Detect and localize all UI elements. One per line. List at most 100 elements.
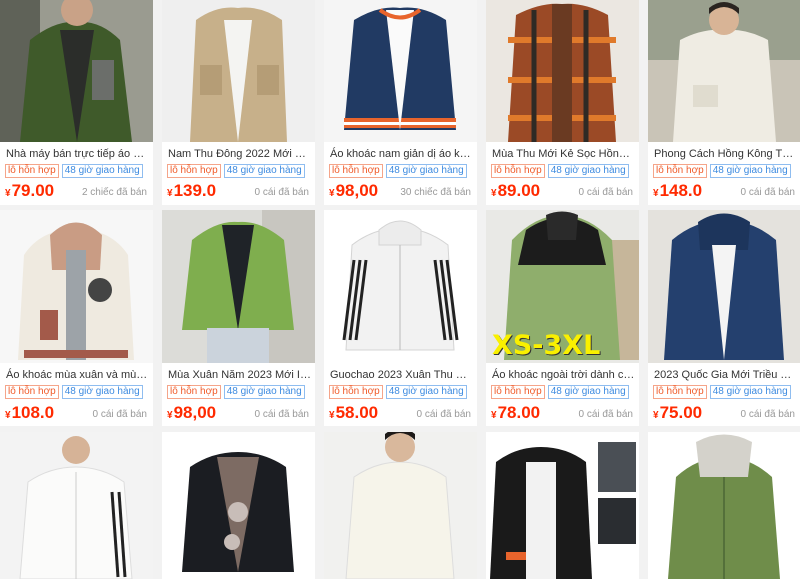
shipping-badge: 48 giờ giao hàng [547,164,629,178]
product-title[interactable]: 2023 Quốc Gia Mới Triều Thể Thao [654,368,797,382]
mixed-batch-badge: lô hỗn hợp [491,385,545,399]
sold-count: 0 cái đã bán [578,409,634,420]
product-tags: lô hỗn hợp 48 giờ giao hàng [653,385,791,399]
product-tags: lô hỗn hợp 48 giờ giao hàng [653,164,791,178]
sold-count: 0 cái đã bán [416,409,472,420]
product-image[interactable] [486,432,639,579]
product-price: ¥58.00 [329,403,379,422]
product-title[interactable]: Mùa Xuân Năm 2023 Mới Ins Hồng Kông [168,368,311,382]
jacket-photo-icon [162,0,315,142]
product-title[interactable]: Guochao 2023 Xuân Thu Áo Khoác Nam [330,368,473,382]
mixed-batch-badge: lô hỗn hợp [491,164,545,178]
product-card[interactable] [648,432,800,579]
product-card[interactable] [0,432,153,579]
product-image[interactable] [162,432,315,579]
jacket-photo-icon [162,432,315,579]
jacket-photo-icon [648,0,800,142]
product-image[interactable] [0,432,153,579]
shipping-badge: 48 giờ giao hàng [223,385,305,399]
product-image[interactable] [0,0,153,142]
shipping-badge: 48 giờ giao hàng [709,385,791,399]
mixed-batch-badge: lô hỗn hợp [167,385,221,399]
product-image[interactable] [162,0,315,142]
product-card[interactable]: Nam Thu Đông 2022 Mới Áo Khoác Nam lô hỗ… [162,0,315,205]
product-card[interactable] [486,432,639,579]
shipping-badge: 48 giờ giao hàng [709,164,791,178]
product-grid: Nhà máy bán trực tiếp áo khoác nam mùa t… [0,0,800,579]
product-image[interactable] [324,432,477,579]
product-tags: lô hỗn hợp 48 giờ giao hàng [329,164,467,178]
product-tags: lô hỗn hợp 48 giờ giao hàng [491,385,629,399]
shipping-badge: 48 giờ giao hàng [385,164,467,178]
shipping-badge: 48 giờ giao hàng [61,164,143,178]
product-card[interactable]: Áo khoác nam giản dị áo khoác bóng chày … [324,0,477,205]
product-card[interactable]: Guochao 2023 Xuân Thu Áo Khoác Nam lô hỗ… [324,210,477,426]
mixed-batch-badge: lô hỗn hợp [167,164,221,178]
product-card[interactable]: Mùa Thu Mới Kẻ Sọc Hồng Kông Áo Khoác lô… [486,0,639,205]
product-price: ¥78.00 [491,403,541,422]
product-tags: lô hỗn hợp 48 giờ giao hàng [5,164,143,178]
product-price: ¥148.0 [653,181,703,200]
mixed-batch-badge: lô hỗn hợp [5,385,59,399]
jacket-photo-icon [648,210,800,363]
product-image[interactable] [162,210,315,363]
jacket-photo-icon [486,432,639,579]
shipping-badge: 48 giờ giao hàng [223,164,305,178]
sold-count: 2 chiếc đã bán [81,187,147,198]
product-tags: lô hỗn hợp 48 giờ giao hàng [5,385,143,399]
product-title[interactable]: Mùa Thu Mới Kẻ Sọc Hồng Kông Áo Khoác [492,147,635,161]
shipping-badge: 48 giờ giao hàng [547,385,629,399]
product-title[interactable]: Phong Cách Hồng Kông Thu Đông Áo Khoác [654,147,797,161]
product-card[interactable]: XS-3XL Áo khoác ngoài trời dành cho nam … [486,210,639,426]
jacket-photo-icon [324,432,477,579]
sold-count: 0 cái đã bán [740,409,796,420]
product-title[interactable]: Áo khoác mùa xuân và mùa thu nam mới [6,368,149,382]
product-tags: lô hỗn hợp 48 giờ giao hàng [491,164,629,178]
sold-count: 0 cái đã bán [740,187,796,198]
jacket-photo-icon [486,0,639,142]
product-card[interactable]: Phong Cách Hồng Kông Thu Đông Áo Khoác l… [648,0,800,205]
mixed-batch-badge: lô hỗn hợp [5,164,59,178]
jacket-photo-icon [324,0,477,142]
mixed-batch-badge: lô hỗn hợp [653,385,707,399]
mixed-batch-badge: lô hỗn hợp [653,164,707,178]
product-card[interactable]: 2023 Quốc Gia Mới Triều Thể Thao lô hỗn … [648,210,800,426]
product-image[interactable] [0,210,153,363]
product-card[interactable] [324,432,477,579]
product-title[interactable]: Nhà máy bán trực tiếp áo khoác nam mùa t… [6,147,149,161]
product-price: ¥89.00 [491,181,541,200]
product-title[interactable]: Nam Thu Đông 2022 Mới Áo Khoác Nam [168,147,311,161]
product-tags: lô hỗn hợp 48 giờ giao hàng [167,385,305,399]
product-price: ¥75.00 [653,403,703,422]
jacket-photo-icon [0,210,153,363]
product-image[interactable] [648,0,800,142]
shipping-badge: 48 giờ giao hàng [385,385,467,399]
sold-count: 0 cái đã bán [578,187,634,198]
product-card[interactable]: Nhà máy bán trực tiếp áo khoác nam mùa t… [0,0,153,205]
jacket-photo-icon [0,0,153,142]
product-price: ¥108.0 [5,403,55,422]
jacket-photo-icon [324,210,477,363]
product-image[interactable] [324,210,477,363]
product-image[interactable] [648,210,800,363]
product-tags: lô hỗn hợp 48 giờ giao hàng [329,385,467,399]
sold-count: 0 cái đã bán [92,409,148,420]
product-price: ¥98,00 [167,403,217,422]
product-card[interactable] [162,432,315,579]
product-image[interactable] [324,0,477,142]
mixed-batch-badge: lô hỗn hợp [329,164,383,178]
size-range-overlay: XS-3XL [492,330,601,361]
jacket-photo-icon [162,210,315,363]
product-price: ¥139.0 [167,181,217,200]
sold-count: 0 cái đã bán [254,409,310,420]
product-title[interactable]: Áo khoác nam giản dị áo khoác bóng chày [330,147,473,161]
product-card[interactable]: Mùa Xuân Năm 2023 Mới Ins Hồng Kông lô h… [162,210,315,426]
product-price: ¥79.00 [5,181,55,200]
product-image[interactable] [486,0,639,142]
jacket-photo-icon [0,432,153,579]
product-image[interactable] [648,432,800,579]
sold-count: 0 cái đã bán [254,187,310,198]
mixed-batch-badge: lô hỗn hợp [329,385,383,399]
product-card[interactable]: Áo khoác mùa xuân và mùa thu nam mới lô … [0,210,153,426]
product-title[interactable]: Áo khoác ngoài trời dành cho nam mùa xuâ… [492,368,635,382]
